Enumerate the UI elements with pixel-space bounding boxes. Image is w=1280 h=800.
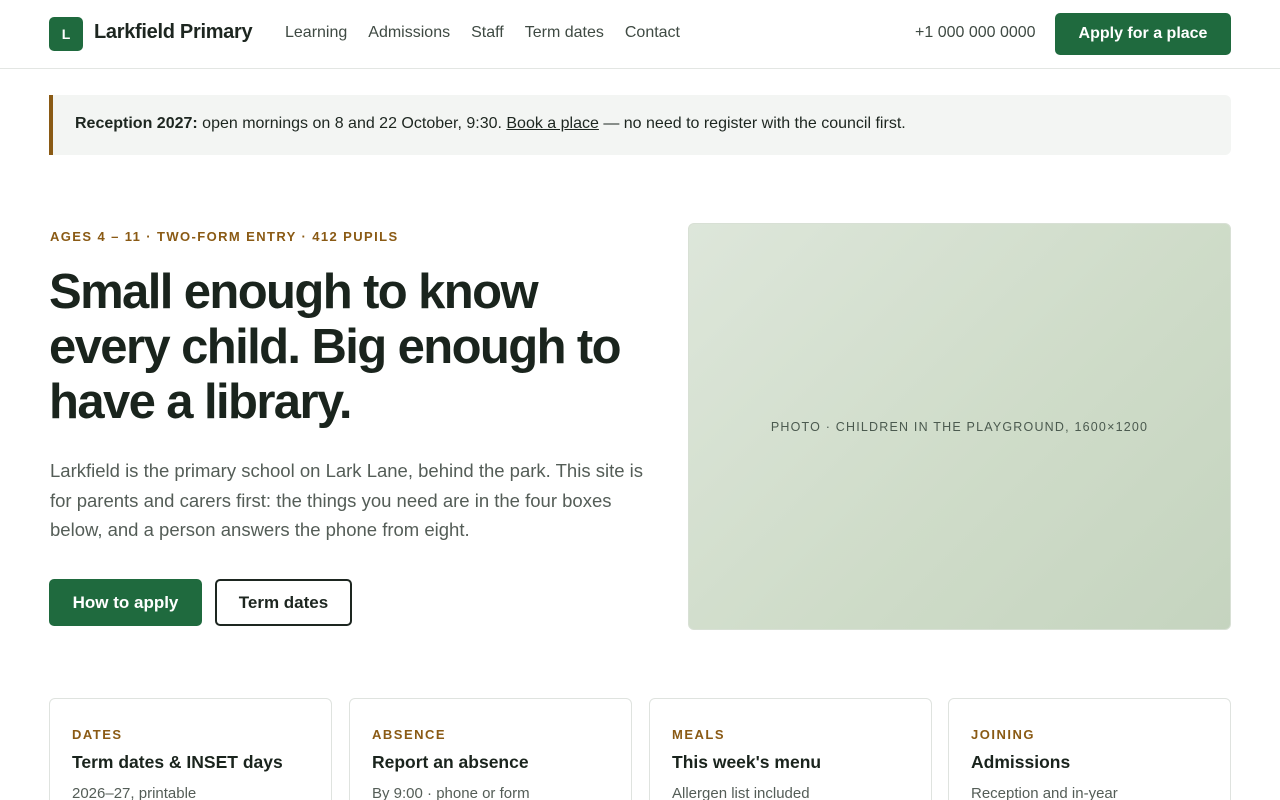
- hero-description: Larkfield is the primary school on Lark …: [50, 460, 643, 540]
- school-logo[interactable]: L: [49, 17, 83, 51]
- card-title: This week's menu: [672, 752, 822, 772]
- card-subtitle: Reception and in-year: [971, 785, 1118, 800]
- card-title: Term dates & INSET days: [72, 752, 283, 772]
- site-header: L Larkfield Primary Learning Admissions …: [0, 0, 1280, 69]
- notice-label: Reception 2027:: [75, 115, 198, 132]
- card-dates[interactable]: DATES Term dates & INSET days 2026–27, p…: [49, 698, 332, 800]
- apply-button[interactable]: Apply for a place: [1055, 13, 1231, 55]
- how-to-apply-button[interactable]: How to apply: [49, 579, 202, 626]
- hero-photo-placeholder: PHOTO · CHILDREN IN THE PLAYGROUND, 1600…: [688, 223, 1231, 630]
- phone-number[interactable]: +1 000 000 0000: [915, 24, 1036, 42]
- book-place-link[interactable]: Book a place: [506, 115, 599, 132]
- card-title: Admissions: [971, 752, 1071, 772]
- nav-admissions[interactable]: Admissions: [368, 24, 450, 42]
- card-absence[interactable]: ABSENCE Report an absence By 9:00 · phon…: [349, 698, 632, 800]
- photo-caption: PHOTO · CHILDREN IN THE PLAYGROUND, 1600…: [770, 419, 1149, 434]
- card-eyebrow: MEALS: [672, 727, 725, 742]
- card-subtitle: By 9:00 · phone or form: [372, 785, 530, 800]
- main-nav: Learning Admissions Staff Term dates Con…: [285, 24, 701, 42]
- admissions-notice: Reception 2027: open mornings on 8 and 2…: [49, 95, 1231, 155]
- nav-staff[interactable]: Staff: [471, 24, 504, 42]
- card-joining[interactable]: JOINING Admissions Reception and in-year: [948, 698, 1231, 800]
- card-subtitle: 2026–27, printable: [72, 785, 197, 800]
- card-eyebrow: JOINING: [971, 727, 1035, 742]
- nav-term-dates[interactable]: Term dates: [525, 24, 604, 42]
- card-title: Report an absence: [372, 752, 529, 772]
- card-eyebrow: DATES: [72, 727, 123, 742]
- term-dates-button[interactable]: Term dates: [215, 579, 352, 626]
- notice-text: open mornings on 8 and 22 October, 9:30.: [197, 115, 507, 132]
- hero-eyebrow: AGES 4 – 11 · TWO-FORM ENTRY · 412 PUPIL…: [50, 229, 399, 244]
- hero-title: Small enough to know every child. Big en…: [49, 265, 622, 429]
- school-name[interactable]: Larkfield Primary: [94, 21, 253, 44]
- nav-contact[interactable]: Contact: [625, 24, 680, 42]
- card-eyebrow: ABSENCE: [372, 727, 447, 742]
- card-subtitle: Allergen list included: [672, 785, 810, 800]
- card-meals[interactable]: MEALS This week's menu Allergen list inc…: [649, 698, 932, 800]
- notice-text-end: — no need to register with the council f…: [598, 115, 906, 132]
- nav-learning[interactable]: Learning: [285, 24, 347, 42]
